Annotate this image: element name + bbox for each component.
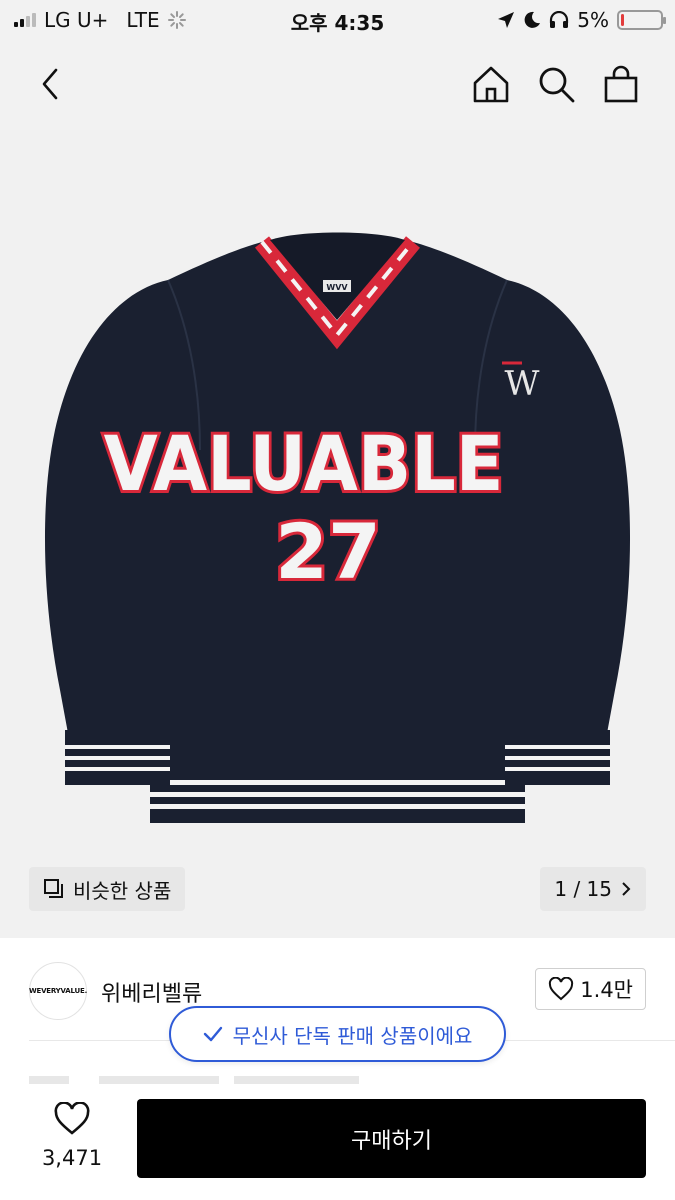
- home-icon: [473, 66, 509, 103]
- battery-level: [621, 14, 624, 26]
- search-icon: [539, 67, 575, 103]
- headphones-icon: [550, 11, 569, 28]
- brand-like-button[interactable]: 1.4만: [535, 968, 646, 1010]
- chevron-right-icon: [622, 882, 631, 896]
- battery-percent: 5%: [577, 8, 609, 32]
- brand-logo[interactable]: WEVERYVALUE.: [29, 962, 87, 1020]
- similar-products-label: 비슷한 상품: [73, 878, 172, 903]
- nav-bar: [0, 40, 675, 130]
- product-image-carousel[interactable]: WVV W VALUABLE 27 비슷한 상품 1 / 15: [0, 130, 675, 938]
- image-pager-count: 1 / 15: [554, 877, 612, 901]
- neck-label: WVV: [326, 283, 348, 292]
- search-button[interactable]: [534, 62, 578, 106]
- sleeve-logo: W: [505, 364, 540, 404]
- heart-icon: [549, 977, 574, 1001]
- brand-logo-text: WEVERYVALUE.: [28, 987, 88, 995]
- product-page: LG U+ LTE 오후 4:35 5% WVV W VALUABLE 27 비…: [0, 0, 675, 1200]
- wishlist-count: 3,471: [41, 1146, 103, 1170]
- heart-icon: [54, 1101, 90, 1135]
- check-icon: [203, 1026, 222, 1042]
- location-arrow-icon: [498, 12, 515, 28]
- bottom-action-bar: 3,471 구매하기: [0, 1086, 675, 1200]
- moon-icon: [524, 11, 541, 28]
- image-pager-button[interactable]: 1 / 15: [540, 867, 646, 911]
- similar-items-icon: [44, 879, 63, 898]
- status-right: 5%: [497, 8, 666, 32]
- faded-breadcrumb: [29, 1072, 369, 1086]
- chest-number: 27: [275, 507, 381, 596]
- brand-name[interactable]: 위베리벨류: [101, 976, 202, 1008]
- buy-button[interactable]: 구매하기: [137, 1099, 646, 1178]
- back-button[interactable]: [28, 62, 72, 106]
- chest-lettering: VALUABLE: [104, 420, 504, 508]
- sweatshirt-image: WVV W VALUABLE 27: [44, 232, 631, 823]
- home-button[interactable]: [469, 62, 513, 106]
- cart-button[interactable]: [599, 62, 643, 106]
- brand-like-count: 1.4만: [580, 978, 633, 1002]
- similar-products-button[interactable]: 비슷한 상품: [29, 867, 186, 911]
- battery-icon: [617, 10, 666, 30]
- chevron-left-icon: [42, 68, 58, 100]
- shopping-bag-icon: [604, 65, 638, 103]
- exclusive-toast-text: 무신사 단독 판매 상품이에요: [232, 1023, 473, 1048]
- exclusive-toast: 무신사 단독 판매 상품이에요: [169, 1006, 506, 1062]
- wishlist-button[interactable]: 3,471: [38, 1101, 106, 1170]
- status-bar: LG U+ LTE 오후 4:35 5%: [0, 0, 675, 40]
